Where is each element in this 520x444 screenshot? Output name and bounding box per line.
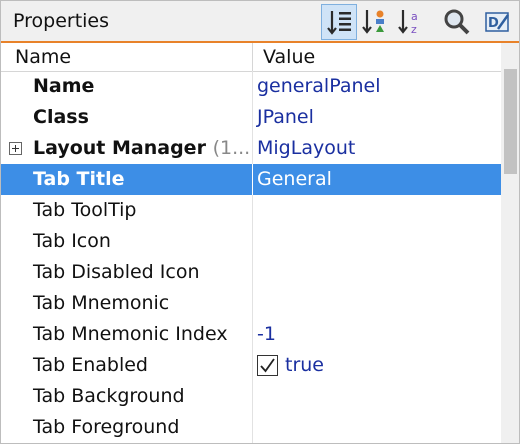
column-divider[interactable] [252, 43, 253, 71]
sort-by-type-button[interactable] [357, 4, 393, 40]
property-row-tab-background[interactable]: Tab Background [1, 381, 501, 412]
property-value[interactable]: JPanel [257, 106, 314, 128]
svg-text:a: a [411, 10, 418, 23]
customize-properties-button[interactable]: D [479, 4, 515, 40]
property-value[interactable]: -1 [257, 323, 276, 345]
column-header-value[interactable]: Value [263, 46, 315, 68]
property-name: Class [33, 106, 89, 128]
sort-categorized-button[interactable] [321, 4, 357, 40]
property-name: Tab Disabled Icon [33, 261, 200, 283]
table-column-header: Name Value [1, 43, 501, 72]
property-name: Tab Mnemonic Index [33, 323, 228, 345]
property-row-tab-mnemonic-index[interactable]: Tab Mnemonic Index -1 [1, 319, 501, 350]
property-name: Tab ToolTip [33, 199, 137, 221]
property-name: Tab Mnemonic [33, 292, 170, 314]
property-name: Tab Title [33, 168, 125, 190]
property-row-tab-icon[interactable]: Tab Icon [1, 226, 501, 257]
property-row-layout-manager[interactable]: Layout Manager (1... MigLayout [1, 133, 501, 164]
property-value[interactable]: MigLayout [257, 137, 355, 159]
property-name: Layout Manager [33, 137, 206, 159]
property-value[interactable]: generalPanel [257, 75, 380, 97]
property-row-tab-title[interactable]: Tab Title General [1, 164, 501, 195]
property-value[interactable]: General [257, 168, 332, 190]
property-row-class[interactable]: Class JPanel [1, 102, 501, 133]
property-row-tab-tooltip[interactable]: Tab ToolTip [1, 195, 501, 226]
properties-panel: Properties a z D Name Value Name general… [0, 0, 520, 444]
panel-title: Properties [13, 10, 110, 32]
scrollbar-thumb[interactable] [504, 69, 517, 174]
search-button[interactable] [439, 4, 475, 40]
property-hint: (1... [212, 137, 251, 159]
checkmark-icon [260, 358, 275, 373]
checkbox-label: true [285, 354, 324, 376]
panel-header: Properties a z D [1, 1, 519, 43]
property-name: Tab Icon [33, 230, 111, 252]
sort-alphabetical-button[interactable]: a z [393, 4, 429, 40]
column-header-name[interactable]: Name [15, 46, 71, 68]
property-row-tab-foreground[interactable]: Tab Foreground [1, 412, 501, 443]
property-name: Tab Background [33, 385, 185, 407]
property-row-tab-enabled[interactable]: Tab Enabled true [1, 350, 501, 381]
property-name: Name [33, 75, 95, 97]
enabled-checkbox[interactable] [257, 355, 278, 376]
property-name: Tab Enabled [33, 354, 148, 376]
property-row-tab-disabled-icon[interactable]: Tab Disabled Icon [1, 257, 501, 288]
property-row-tab-mnemonic[interactable]: Tab Mnemonic [1, 288, 501, 319]
property-row-name[interactable]: Name generalPanel [1, 71, 501, 102]
expand-icon[interactable] [9, 142, 22, 155]
property-name: Tab Foreground [33, 416, 180, 438]
svg-text:z: z [411, 23, 417, 36]
svg-text:D: D [488, 16, 499, 31]
